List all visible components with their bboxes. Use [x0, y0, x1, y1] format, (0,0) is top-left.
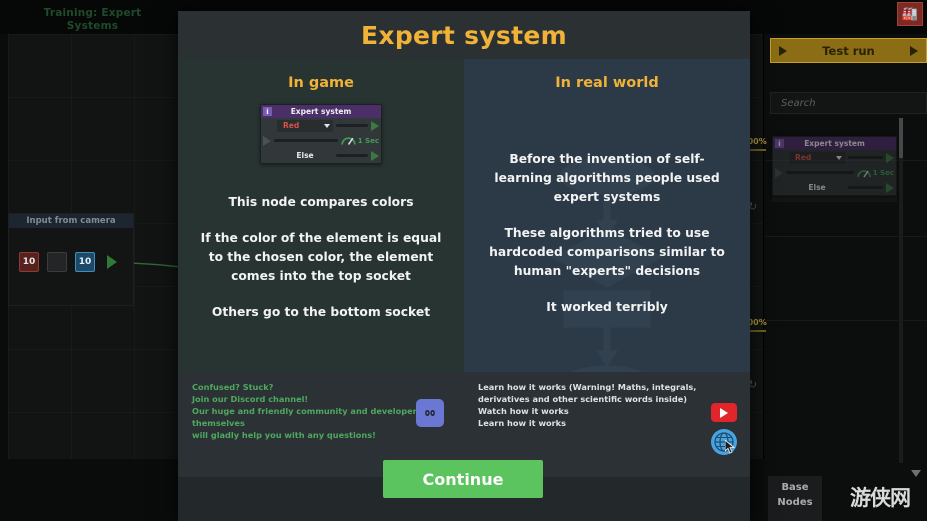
preview-color-value: Red: [795, 153, 812, 162]
input-from-camera-panel[interactable]: Input from camera 10 10: [8, 213, 134, 306]
real-world-paragraph-1: Before the invention of self-learning al…: [494, 152, 720, 204]
modal-title: Expert system: [361, 20, 567, 50]
preview-slot-2: [786, 171, 854, 174]
play-left-icon: [779, 45, 787, 56]
color-dropdown[interactable]: Red: [277, 119, 333, 132]
chevron-down-icon: [836, 155, 842, 160]
in-game-text: This node compares colors If the color o…: [178, 164, 464, 322]
continue-area: Continue: [178, 460, 750, 521]
base-nodes-line2: Nodes: [777, 497, 813, 508]
preview-timer-label: 1 Sec: [872, 168, 894, 177]
footer-discord-invite: Join our Discord channel! Our huge and f…: [192, 393, 450, 441]
info-icon[interactable]: i: [263, 107, 272, 116]
camera-panel-title: Input from camera: [9, 214, 133, 228]
preview-slot-3: [848, 186, 883, 189]
node-header: i Expert system: [261, 105, 381, 118]
camera-output-socket[interactable]: [107, 255, 117, 269]
test-run-label: Test run: [822, 43, 875, 58]
continue-button[interactable]: Continue: [383, 460, 543, 498]
footer-warning-line2: derivatives and other scientific words i…: [478, 394, 688, 404]
preview-color-dropdown[interactable]: Red: [789, 151, 845, 164]
learn-how-it-works-link[interactable]: Learn how it works: [478, 417, 736, 429]
node-slot-bottom: [336, 154, 368, 157]
site-watermark: 游侠网: [850, 486, 911, 510]
screen: Training: Expert Systems 🏭 Input from ca…: [0, 0, 927, 521]
in-real-world-heading: In real world: [555, 75, 659, 91]
in-game-column: In game i Expert system Red 1 Sec Else T…: [178, 59, 464, 372]
in-game-paragraph-2: If the color of the element is equal to …: [200, 231, 442, 283]
gauge-icon: [341, 137, 356, 145]
mouse-cursor-icon: [725, 440, 736, 454]
in-game-paragraph-1: This node compares colors: [228, 195, 414, 209]
node-title: Expert system: [290, 107, 352, 116]
sidebar-node-preview[interactable]: i Expert system Red 1 Sec Else: [772, 136, 897, 202]
real-world-paragraph-3: It worked terribly: [546, 300, 668, 314]
sidebar-scrollbar-thumb[interactable]: [899, 118, 903, 158]
preview-slot-1: [848, 156, 883, 159]
timer-label: 1 Sec: [357, 136, 379, 145]
gauge-icon: [856, 169, 871, 177]
training-title-line1: Training: Expert: [43, 7, 142, 19]
base-nodes-line1: Base: [781, 482, 809, 493]
preview-input-socket[interactable]: [775, 167, 783, 178]
timer-control[interactable]: 1 Sec: [341, 135, 379, 146]
modal-columns: In game i Expert system Red 1 Sec Else T…: [178, 59, 750, 372]
sidebar-scrollbar-track[interactable]: [899, 118, 903, 463]
play-triangle-icon: [720, 407, 728, 418]
factory-icon[interactable]: 🏭: [897, 2, 923, 26]
camera-chip-blue[interactable]: 10: [75, 252, 95, 272]
in-game-heading: In game: [288, 75, 354, 91]
output-socket-top[interactable]: [371, 120, 379, 131]
in-real-world-text: Before the invention of self-learning al…: [464, 91, 750, 317]
training-title-line2: Systems: [66, 20, 119, 32]
base-nodes-tab[interactable]: Base Nodes: [775, 480, 815, 510]
chevron-down-icon-sidebar[interactable]: [911, 470, 921, 477]
output-socket-bottom[interactable]: [371, 150, 379, 161]
node-slot-top: [336, 124, 368, 127]
example-node-widget[interactable]: i Expert system Red 1 Sec Else: [260, 104, 382, 164]
preview-node-title: Expert system: [804, 139, 865, 148]
youtube-icon[interactable]: [711, 403, 737, 422]
preview-output-socket-top[interactable]: [886, 152, 894, 163]
preview-node-header: i Expert system: [773, 137, 896, 150]
preview-info-icon[interactable]: i: [775, 139, 784, 148]
play-right-icon: [910, 45, 918, 56]
else-label: Else: [296, 151, 314, 160]
test-run-button[interactable]: Test run: [770, 38, 927, 63]
node-slot-mid: [274, 139, 338, 142]
footer-confused-line: Confused? Stuck?: [192, 382, 274, 392]
discord-icon[interactable]: [416, 399, 444, 427]
preview-else-label: Else: [808, 183, 826, 192]
camera-chip-red[interactable]: 10: [19, 252, 39, 272]
expert-system-modal: Expert system In game i Expert system Re…: [178, 11, 750, 521]
training-title: Training: Expert Systems: [30, 7, 155, 33]
search-placeholder: Search: [781, 97, 816, 109]
in-game-paragraph-3: Others go to the bottom socket: [211, 305, 431, 319]
footer-discord-line3: will gladly help you with any questions!: [192, 430, 376, 440]
discord-glyph: [425, 410, 435, 416]
modal-header: Expert system: [178, 11, 750, 59]
color-dropdown-value: Red: [283, 121, 300, 130]
footer-discord-line2: Our huge and friendly community and deve…: [192, 406, 422, 428]
watch-how-it-works-link[interactable]: Watch how it works: [478, 405, 736, 417]
footer-discord-line1: Join our Discord channel!: [192, 394, 309, 404]
search-input[interactable]: Search: [770, 92, 927, 114]
preview-timer[interactable]: 1 Sec: [856, 168, 894, 178]
footer-warning-line1: Learn how it works (Warning! Maths, inte…: [478, 382, 697, 392]
in-real-world-column: In real world Before the invention of se…: [464, 59, 750, 372]
camera-chip-row: 10 10: [9, 228, 133, 272]
footer-warning-text: Learn how it works (Warning! Maths, inte…: [478, 381, 736, 405]
input-socket[interactable]: [263, 135, 271, 146]
chevron-down-icon: [324, 123, 330, 128]
camera-chip-empty[interactable]: [47, 252, 67, 272]
real-world-paragraph-2: These algorithms tried to use hardcoded …: [489, 226, 725, 278]
preview-output-socket-bottom[interactable]: [886, 182, 894, 193]
